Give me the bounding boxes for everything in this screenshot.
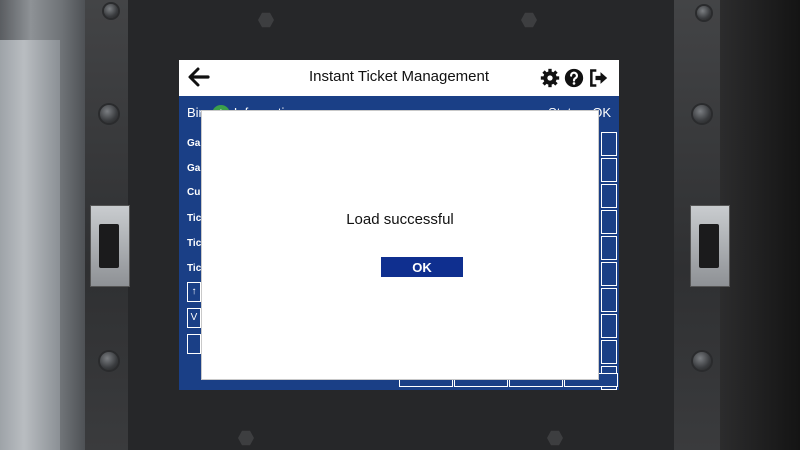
grid-cell[interactable]: V: [187, 308, 201, 328]
screw: [693, 105, 711, 123]
grid-cell[interactable]: [601, 184, 617, 208]
device-side-panel: [0, 0, 88, 450]
row-label: Tic: [187, 238, 202, 249]
grid-cell[interactable]: [601, 236, 617, 260]
row-label: Tic: [187, 263, 202, 274]
gear-icon[interactable]: [540, 68, 560, 88]
row-label: Tic: [187, 213, 202, 224]
success-dialog: Load successful OK: [201, 110, 599, 380]
screw: [697, 6, 711, 20]
touch-screen: Instant Ticket Management Bin OK Ga Ga C…: [179, 60, 619, 390]
ok-button[interactable]: OK: [381, 257, 463, 277]
grid-cell[interactable]: [601, 132, 617, 156]
row-label: Ga: [187, 163, 201, 174]
screw: [100, 105, 118, 123]
screw: [104, 4, 118, 18]
grid-cell[interactable]: [601, 210, 617, 234]
grid-cell[interactable]: [601, 262, 617, 286]
dialog-message-wrap: Load successful: [202, 211, 598, 229]
device-right-panel: [720, 0, 800, 450]
grid-cell[interactable]: [187, 334, 201, 354]
mount-bracket-left: [90, 205, 130, 287]
question-circle-icon[interactable]: [564, 68, 584, 88]
grid-cell[interactable]: [601, 288, 617, 312]
grid-cell[interactable]: ↑: [187, 282, 201, 302]
row-label: Ga: [187, 138, 201, 149]
screw: [100, 352, 118, 370]
device-slot: [0, 40, 60, 450]
row-label: Cu: [187, 187, 201, 198]
sign-out-icon[interactable]: [588, 68, 608, 88]
grid-cell[interactable]: [601, 340, 617, 364]
dialog-message: Load successful: [346, 211, 454, 228]
mount-bracket-right: [690, 205, 730, 287]
grid-cell[interactable]: [601, 314, 617, 338]
screw: [693, 352, 711, 370]
grid-cell[interactable]: [601, 158, 617, 182]
app-header: Instant Ticket Management: [179, 60, 619, 96]
